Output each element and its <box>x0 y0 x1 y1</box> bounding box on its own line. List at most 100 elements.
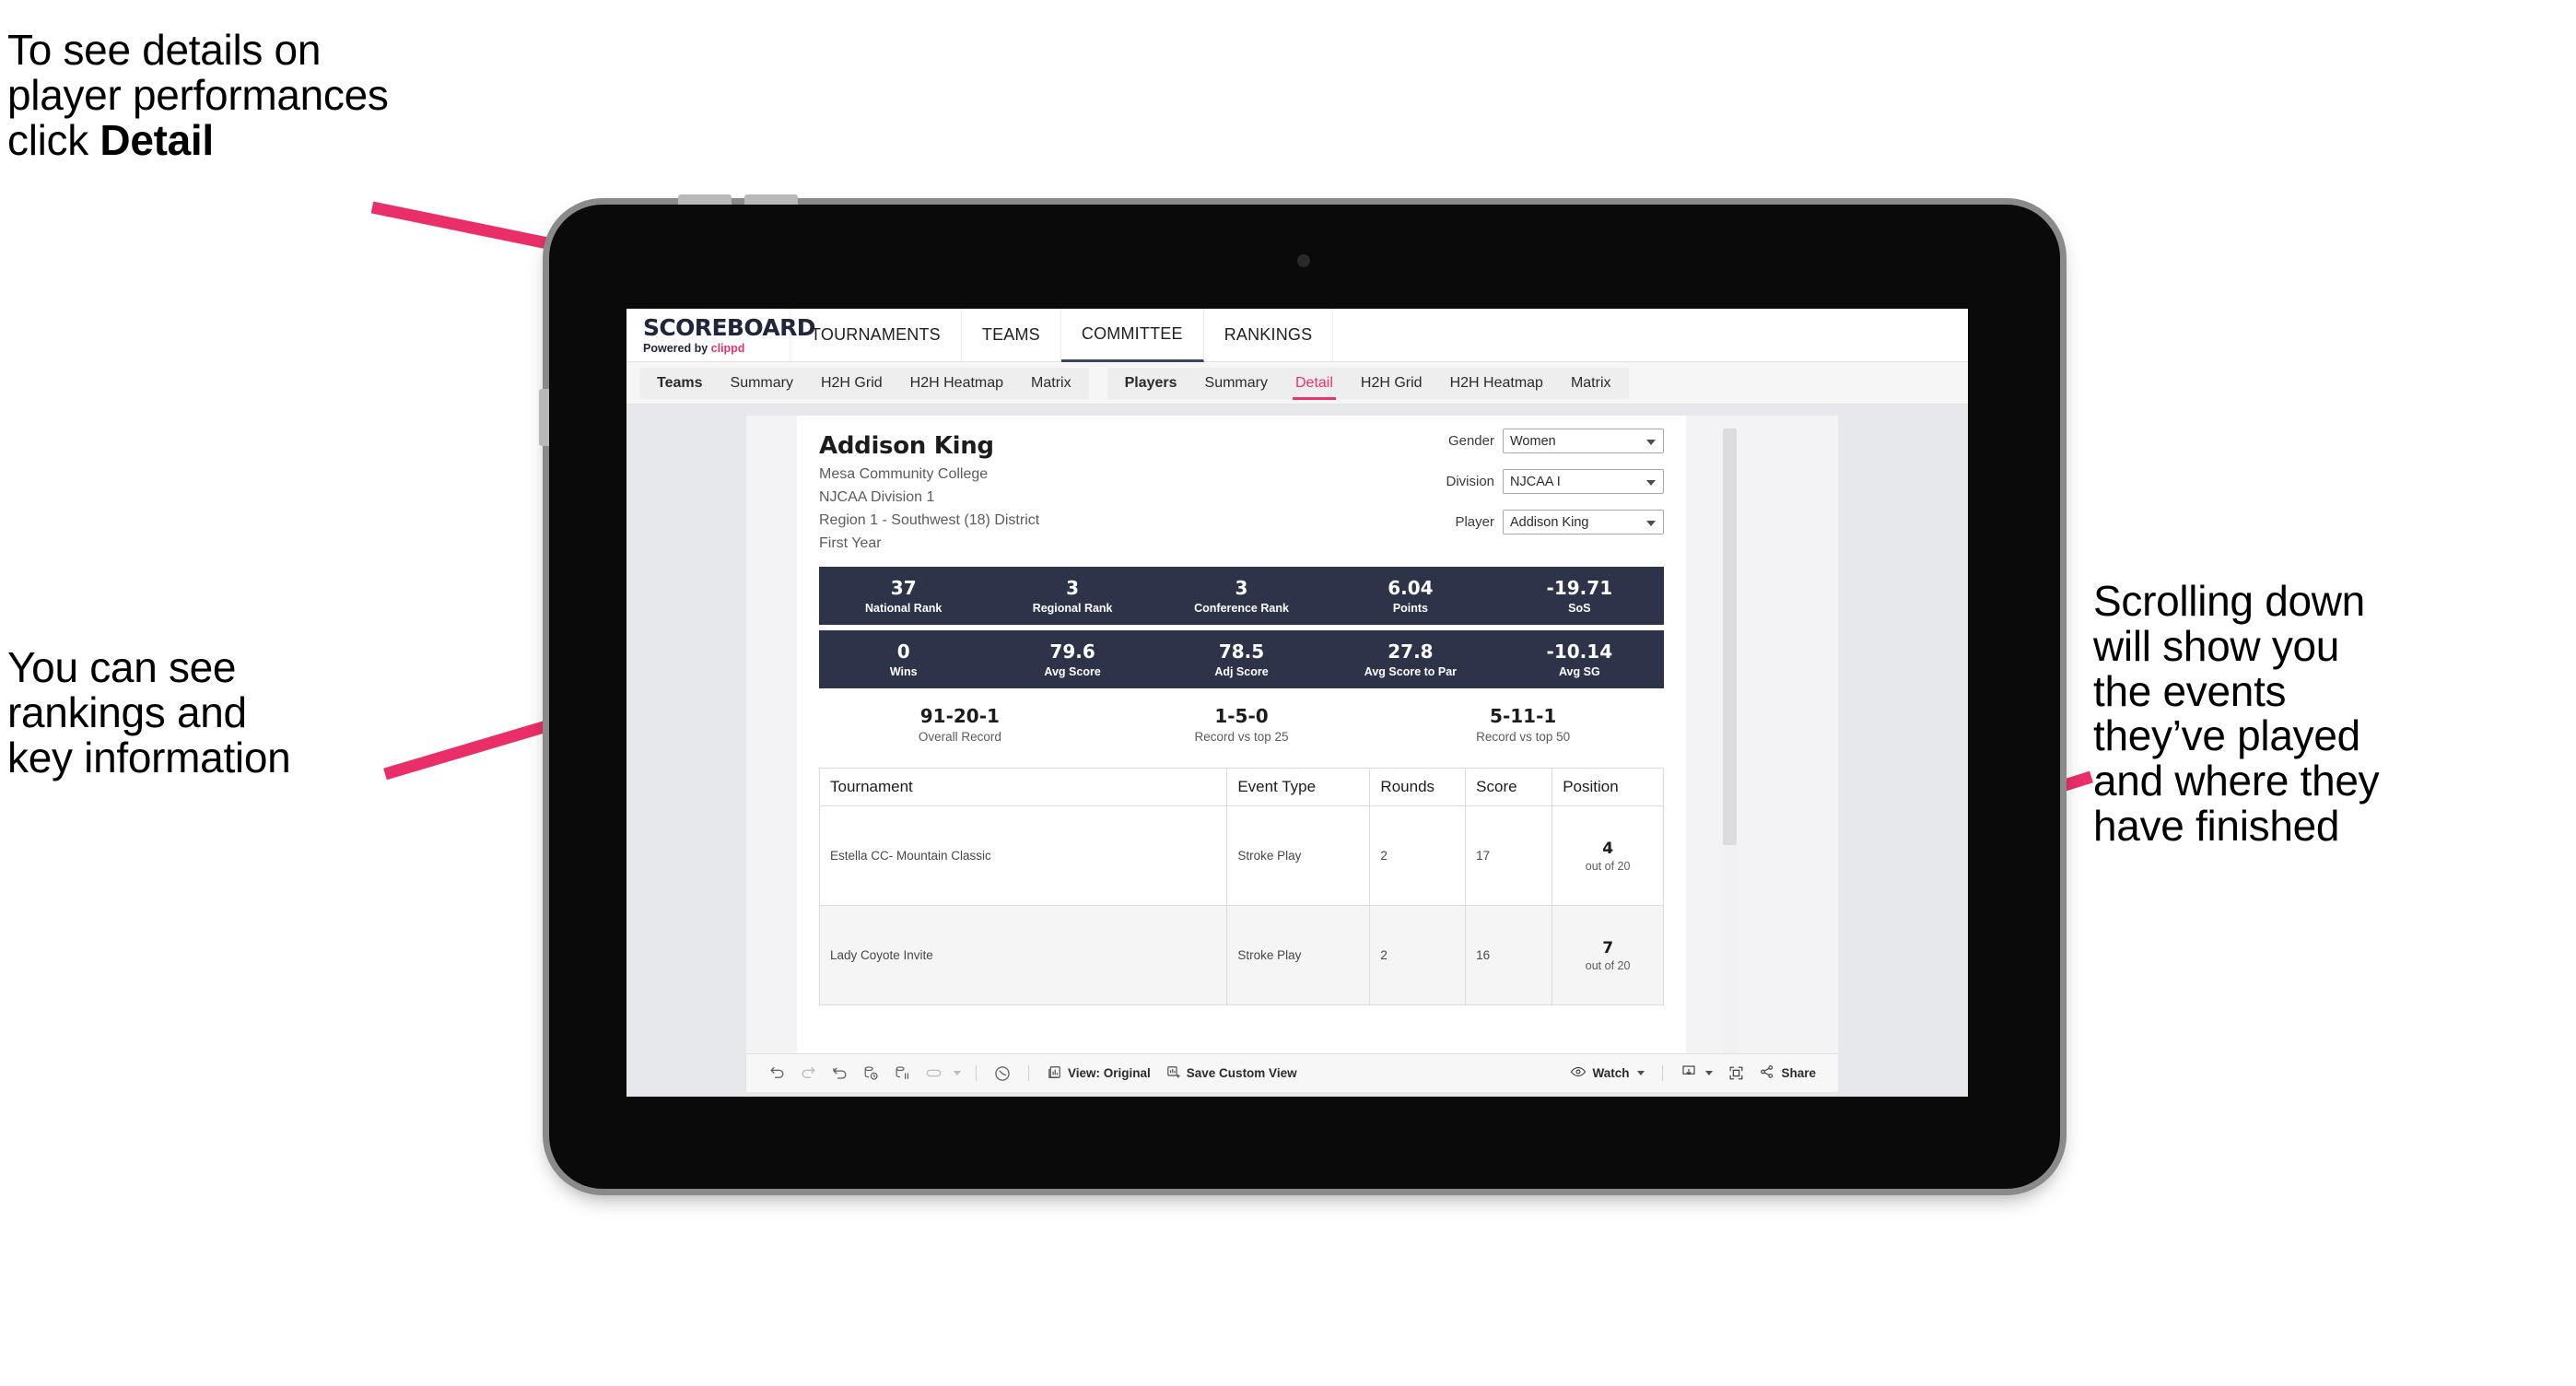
view-original-label: View: Original <box>1068 1066 1151 1080</box>
revert-icon[interactable] <box>824 1060 855 1087</box>
stat-label: Points <box>1392 601 1429 615</box>
toolbar-divider <box>976 1065 977 1081</box>
stat-value: 3 <box>1235 576 1248 599</box>
nav-teams[interactable]: TEAMS <box>962 309 1061 362</box>
filter-division: Division NJCAA I <box>1360 469 1664 494</box>
stat-value: 78.5 <box>1218 640 1265 663</box>
view-original-button[interactable]: View: Original <box>1039 1060 1158 1087</box>
undo-icon[interactable] <box>761 1060 792 1087</box>
camera-lens-icon <box>1297 254 1310 267</box>
dashboard-sheet: Addison King Mesa Community College NJCA… <box>746 416 1838 1072</box>
cell-event-type: Stroke Play <box>1226 805 1371 906</box>
stat-adj-score: 78.5 Adj Score <box>1157 640 1326 678</box>
cell-tournament: Estella CC- Mountain Classic <box>818 805 1228 906</box>
player-select[interactable]: Addison King <box>1503 510 1664 534</box>
table-row[interactable]: Estella CC- Mountain Classic Stroke Play… <box>818 805 1664 906</box>
filter-panel: Gender Women Division NJCAA I Player Add… <box>1360 429 1664 550</box>
power-button[interactable] <box>539 389 549 446</box>
tab-players-matrix[interactable]: Matrix <box>1557 368 1625 399</box>
save-custom-view-button[interactable]: Save Custom View <box>1158 1060 1305 1087</box>
callout-click-detail: To see details on player performances cl… <box>7 28 634 162</box>
player-detail-card: Addison King Mesa Community College NJCA… <box>797 416 1686 1061</box>
filter-player: Player Addison King <box>1360 510 1664 534</box>
chevron-down-icon <box>1705 1071 1714 1075</box>
vertical-scrollbar-thumb[interactable] <box>1723 429 1737 845</box>
nav-rankings[interactable]: RANKINGS <box>1204 309 1334 362</box>
loop-dropdown-icon[interactable] <box>949 1060 966 1087</box>
filter-gender: Gender Women <box>1360 429 1664 453</box>
events-table-body: Estella CC- Mountain Classic Stroke Play… <box>818 805 1664 1005</box>
table-header-row: Tournament Event Type Rounds Score Posit… <box>818 768 1664 806</box>
column-header-rounds[interactable]: Rounds <box>1369 768 1467 806</box>
tab-teams-h2h-heatmap[interactable]: H2H Heatmap <box>896 368 1017 399</box>
record-vs-top-50: 5-11-1 Record vs top 50 <box>1382 705 1664 744</box>
position-out-of: out of 20 <box>1585 958 1631 972</box>
tab-players-detail[interactable]: Detail <box>1282 368 1347 400</box>
gender-select[interactable]: Women <box>1503 429 1664 453</box>
stat-label: National Rank <box>865 601 943 615</box>
column-header-tournament[interactable]: Tournament <box>818 768 1228 806</box>
tab-group-teams: Teams Summary H2H Grid H2H Heatmap Matri… <box>639 367 1089 399</box>
callout-scrolling: Scrolling down will show you the events … <box>2093 577 2380 850</box>
record-label: Overall Record <box>918 730 1001 744</box>
tab-teams-summary[interactable]: Summary <box>717 368 807 399</box>
tab-teams-h2h-grid[interactable]: H2H Grid <box>807 368 896 399</box>
cell-rounds: 2 <box>1369 905 1467 1005</box>
cell-event-type: Stroke Play <box>1226 905 1371 1005</box>
tab-players-summary[interactable]: Summary <box>1191 368 1282 399</box>
record-summary: 91-20-1 Overall Record 1-5-0 Record vs t… <box>819 688 1664 757</box>
volume-up-button[interactable] <box>678 194 732 205</box>
toolbar-divider <box>1028 1065 1029 1081</box>
table-row[interactable]: Lady Coyote Invite Stroke Play 2 16 7 ou… <box>818 905 1664 1005</box>
cell-score: 16 <box>1465 905 1553 1005</box>
nav-committee[interactable]: COMMITTEE <box>1060 309 1204 362</box>
division-select[interactable]: NJCAA I <box>1503 469 1664 494</box>
position-number: 4 <box>1602 839 1614 858</box>
stat-value: 37 <box>890 576 917 599</box>
division-select-value: NJCAA I <box>1510 474 1561 489</box>
tab-group-players: Players Summary Detail H2H Grid H2H Heat… <box>1107 367 1629 400</box>
tab-players-h2h-grid[interactable]: H2H Grid <box>1347 368 1436 399</box>
app-logo[interactable]: SCOREBOARD Powered by clippd <box>626 309 816 361</box>
logo-brand-name: clippd <box>710 342 745 355</box>
stat-avg-score-to-par: 27.8 Avg Score to Par <box>1326 640 1494 678</box>
share-icon <box>1759 1063 1775 1083</box>
watch-button[interactable]: Watch <box>1563 1060 1652 1087</box>
tab-teams-matrix[interactable]: Matrix <box>1017 368 1085 399</box>
cell-position: 7 out of 20 <box>1551 905 1664 1005</box>
stat-value: 0 <box>896 640 910 663</box>
fullscreen-icon[interactable] <box>1720 1060 1751 1087</box>
loop-icon[interactable] <box>918 1060 949 1087</box>
stat-value: -10.14 <box>1546 640 1613 663</box>
stat-label: Conference Rank <box>1194 601 1289 615</box>
download-button[interactable] <box>1673 1060 1720 1087</box>
toolbar-divider <box>1662 1065 1664 1081</box>
share-label: Share <box>1781 1066 1816 1080</box>
logo-wordmark: SCOREBOARD <box>643 314 816 341</box>
eye-icon <box>1570 1063 1587 1083</box>
column-header-position[interactable]: Position <box>1551 768 1664 806</box>
volume-down-button[interactable] <box>744 194 798 205</box>
pause-data-icon[interactable] <box>886 1060 918 1087</box>
tab-teams[interactable]: Teams <box>643 368 717 399</box>
nav-tournaments[interactable]: TOURNAMENTS <box>790 309 962 362</box>
stat-value: 6.04 <box>1388 576 1434 599</box>
column-header-score[interactable]: Score <box>1465 768 1553 806</box>
filter-gender-label: Gender <box>1447 433 1494 449</box>
save-view-icon <box>1165 1064 1181 1083</box>
stat-national-rank: 37 National Rank <box>819 576 988 615</box>
stat-avg-score: 79.6 Avg Score <box>988 640 1156 678</box>
stat-value: 3 <box>1066 576 1080 599</box>
position-number: 7 <box>1602 938 1614 957</box>
secondary-nav: Teams Summary H2H Grid H2H Heatmap Matri… <box>626 362 1968 405</box>
redo-icon[interactable] <box>792 1060 824 1087</box>
stat-label: Avg Score to Par <box>1364 664 1458 678</box>
tab-players-h2h-heatmap[interactable]: H2H Heatmap <box>1436 368 1557 399</box>
tab-players[interactable]: Players <box>1111 368 1191 399</box>
pause-refresh-icon[interactable] <box>987 1060 1018 1087</box>
refresh-data-icon[interactable] <box>855 1060 886 1087</box>
stat-label: Avg Score <box>1044 664 1101 678</box>
share-button[interactable]: Share <box>1751 1060 1823 1087</box>
column-header-event-type[interactable]: Event Type <box>1226 768 1371 806</box>
download-icon <box>1680 1063 1697 1083</box>
